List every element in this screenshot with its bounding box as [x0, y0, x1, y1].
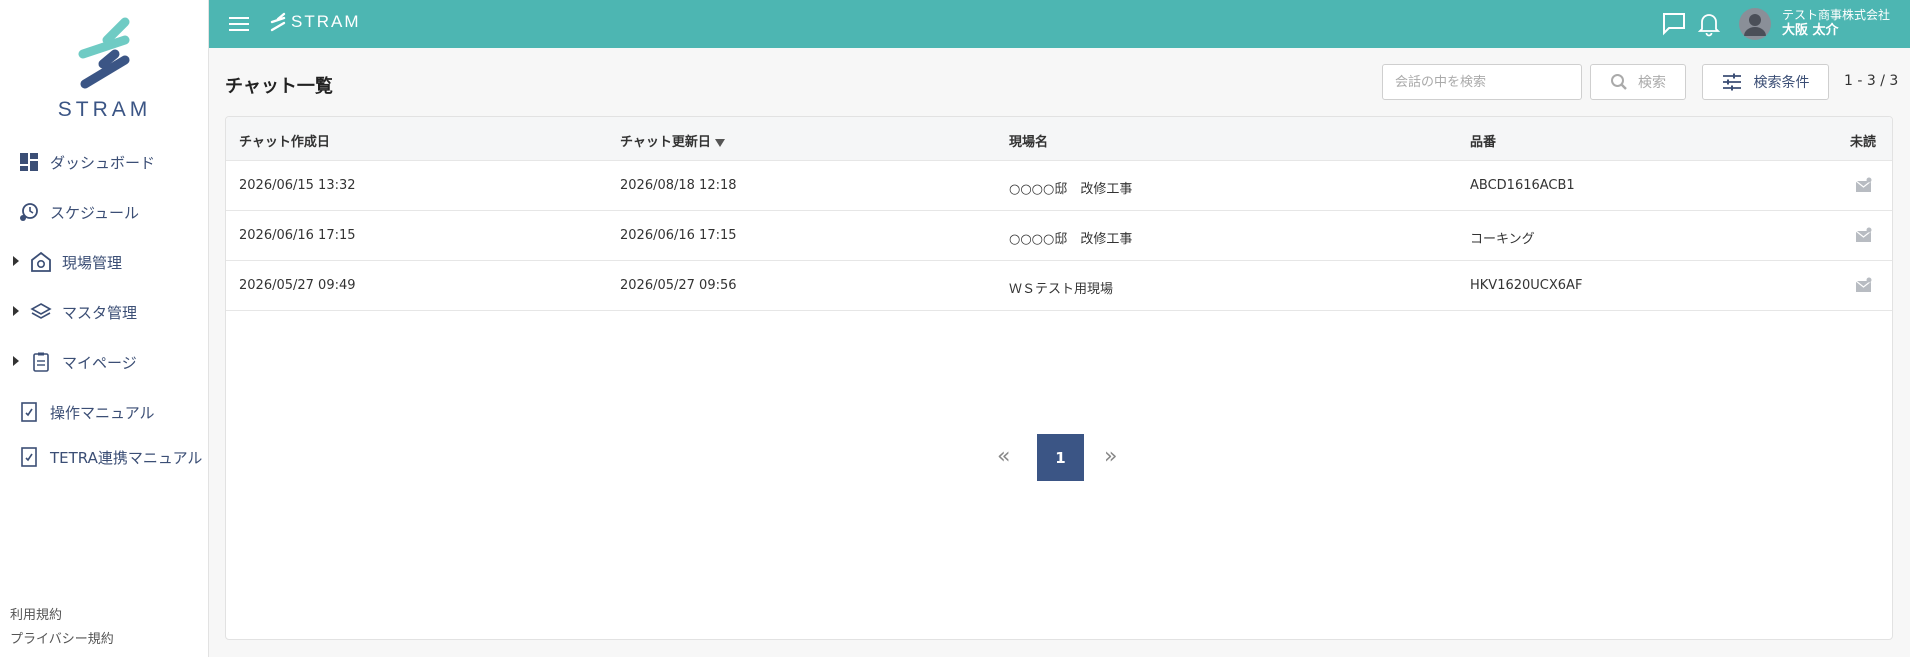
page-title: チャット一覧	[225, 76, 333, 97]
next-page-icon[interactable]: »	[1104, 444, 1117, 469]
column-site[interactable]: 現場名	[1009, 131, 1048, 150]
menu-icon[interactable]	[229, 17, 249, 31]
privacy-link[interactable]: プライバシー規約	[10, 628, 114, 652]
mail-icon[interactable]	[1855, 227, 1872, 243]
search-icon	[1611, 74, 1627, 90]
user-avatar-icon[interactable]	[1739, 8, 1771, 40]
sidebar-item-schedule[interactable]: スケジュール	[0, 187, 209, 237]
sidebar-item-mypage[interactable]: マイページ	[0, 337, 209, 387]
logo-text: STRAM	[57, 98, 152, 121]
cell-site: ○○○○邸 改修工事	[1009, 182, 1133, 197]
bell-icon[interactable]	[1696, 11, 1722, 37]
page-1-button[interactable]: 1	[1037, 434, 1084, 481]
sidebar-item-tetra-manual[interactable]: TETRA連携マニュアル	[0, 437, 209, 477]
table-row[interactable]: 2026/05/27 09:49 2026/05/27 09:56 ＷＳテスト用…	[226, 261, 1892, 311]
pagination: « 1 »	[226, 434, 1892, 482]
topbar-logo[interactable]: STRAM	[269, 12, 361, 32]
sidebar-item-label: 現場管理	[62, 254, 123, 272]
search-conditions-button[interactable]: 検索条件	[1702, 64, 1829, 100]
column-updated-sort[interactable]: チャット更新日	[620, 131, 725, 150]
search-input[interactable]	[1382, 64, 1582, 100]
dashboard-icon	[18, 151, 40, 173]
chat-icon[interactable]	[1661, 11, 1687, 37]
table-row[interactable]: 2026/06/15 13:32 2026/08/18 12:18 ○○○○邸 …	[226, 161, 1892, 211]
footer-links: 利用規約 プライバシー規約	[10, 604, 114, 652]
result-count: 1 - 3 / 3	[1844, 73, 1899, 89]
terms-link[interactable]: 利用規約	[10, 604, 114, 628]
manual-icon	[18, 401, 40, 423]
cell-created: 2026/05/27 09:49	[239, 278, 356, 293]
topbar-logo-text: STRAM	[291, 12, 361, 31]
stram-logo[interactable]: STRAM	[0, 16, 209, 122]
filter-sliders-icon	[1722, 73, 1741, 91]
cell-updated: 2026/05/27 09:56	[620, 278, 737, 293]
prev-page-icon[interactable]: «	[997, 444, 1010, 469]
cell-site: ＷＳテスト用現場	[1009, 282, 1114, 297]
user-name: 大阪 太介	[1782, 23, 1839, 38]
layers-icon	[30, 301, 52, 323]
sidebar-item-master-management[interactable]: マスタ管理	[0, 287, 209, 337]
search-button-label: 検索	[1638, 75, 1666, 91]
sidebar-item-site-management[interactable]: 現場管理	[0, 237, 209, 287]
search-button[interactable]: 検索	[1590, 64, 1686, 100]
sidebar-nav: ダッシュボード スケジュール 現場管理 マスタ管理 マイページ 操作マニュアル …	[0, 137, 209, 477]
sidebar-item-manual[interactable]: 操作マニュアル	[0, 387, 209, 437]
sidebar-item-label: TETRA連携マニュアル	[50, 449, 203, 467]
caret-right-icon	[13, 356, 19, 366]
manual-icon	[18, 446, 40, 468]
sort-desc-icon	[714, 139, 725, 147]
user-info[interactable]: テスト商事株式会社 大阪 太介	[1782, 7, 1890, 39]
caret-right-icon	[13, 256, 19, 266]
top-bar: STRAM テスト商事株式会社 大阪 太介	[209, 0, 1910, 48]
table-header: チャット作成日 チャット更新日 現場名 品番 未読	[226, 117, 1892, 161]
cell-site: ○○○○邸 改修工事	[1009, 232, 1133, 247]
sidebar-item-label: ダッシュボード	[50, 154, 156, 172]
schedule-icon	[18, 201, 40, 223]
company-name: テスト商事株式会社	[1782, 8, 1891, 22]
sidebar-item-label: スケジュール	[50, 204, 139, 222]
caret-right-icon	[13, 306, 19, 316]
cell-updated: 2026/06/16 17:15	[620, 228, 737, 243]
sidebar-item-dashboard[interactable]: ダッシュボード	[0, 137, 209, 187]
cell-created: 2026/06/15 13:32	[239, 178, 356, 193]
cell-created: 2026/06/16 17:15	[239, 228, 356, 243]
site-management-icon	[30, 251, 52, 273]
clipboard-icon	[30, 351, 52, 373]
cell-updated: 2026/08/18 12:18	[620, 178, 737, 193]
search-conditions-label: 検索条件	[1753, 75, 1810, 91]
sidebar-item-label: マイページ	[62, 354, 137, 372]
column-unread[interactable]: 未読	[1850, 131, 1876, 150]
column-updated: チャット更新日	[620, 135, 711, 150]
stram-logo-icon	[78, 17, 129, 89]
mail-icon[interactable]	[1855, 177, 1872, 193]
column-part-number[interactable]: 品番	[1470, 131, 1496, 150]
stram-logo-icon	[270, 12, 286, 32]
chat-list-panel: チャット作成日 チャット更新日 現場名 品番 未読 2026/06/15 13:…	[225, 116, 1893, 640]
table-row[interactable]: 2026/06/16 17:15 2026/06/16 17:15 ○○○○邸 …	[226, 211, 1892, 261]
sidebar-item-label: マスタ管理	[62, 304, 138, 322]
sidebar: STRAM ダッシュボード スケジュール 現場管理 マスタ管理 マイページ 操作…	[0, 0, 209, 657]
sidebar-item-label: 操作マニュアル	[50, 404, 155, 422]
mail-icon[interactable]	[1855, 277, 1872, 293]
column-created[interactable]: チャット作成日	[239, 131, 330, 150]
cell-part-number: ABCD1616ACB1	[1470, 178, 1575, 193]
cell-part-number: コーキング	[1470, 232, 1535, 247]
cell-part-number: HKV1620UCX6AF	[1470, 278, 1583, 293]
